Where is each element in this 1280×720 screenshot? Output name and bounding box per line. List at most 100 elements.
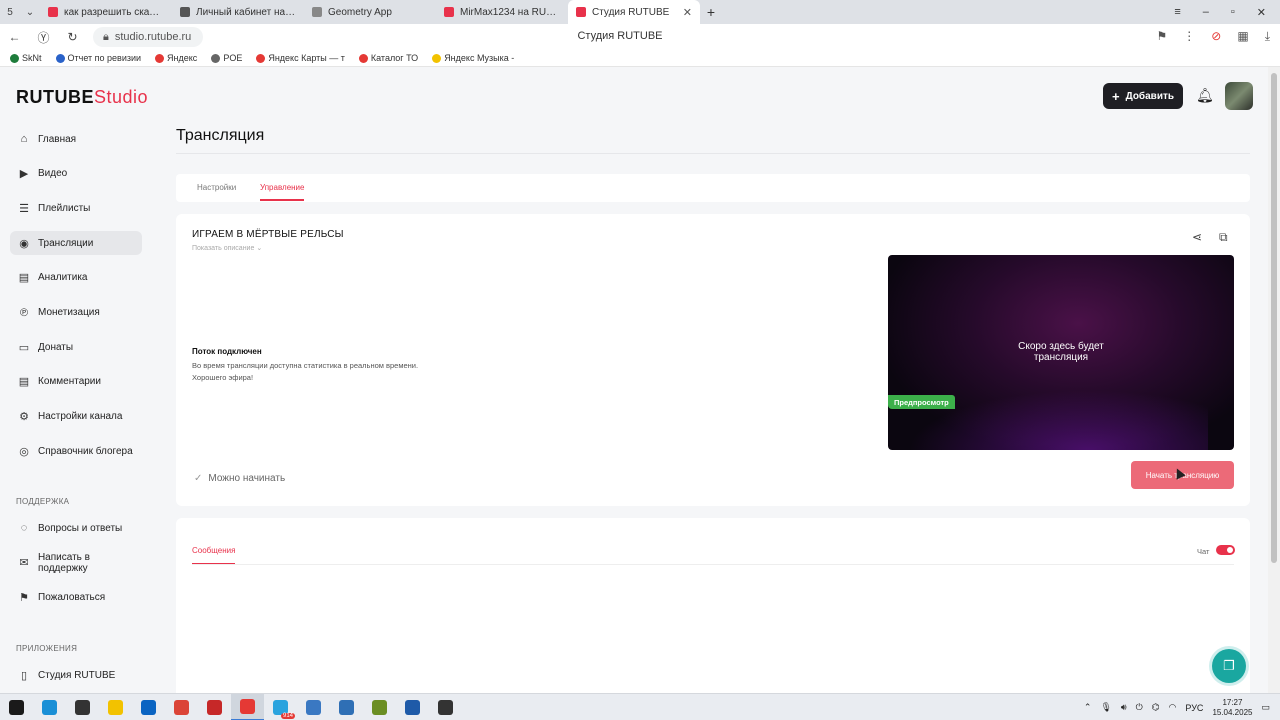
tab-messages[interactable]: Сообщения [192, 546, 236, 564]
taskbar-app-task-view[interactable] [66, 694, 99, 720]
taskbar-app-telegram[interactable]: 914 [264, 694, 297, 720]
browser-tab[interactable]: Личный кабинет на сайте [172, 0, 304, 24]
chat-toggle[interactable] [1216, 545, 1235, 555]
sidebar-item[interactable]: ⚙ Настройки канала [10, 405, 142, 429]
url-field[interactable]: 🔒︎ studio.rutube.ru [93, 27, 203, 47]
browser-tab[interactable]: MirMax1234 на RUTUBE: [436, 0, 568, 24]
power-icon[interactable]: ⏻ [1136, 702, 1143, 713]
sidebar-item[interactable]: ▤ Комментарии [10, 370, 142, 394]
bell-icon[interactable]: 🔔︎ [1196, 87, 1214, 105]
tab-list-chevron-icon[interactable]: ⌄ [20, 0, 40, 24]
sidebar-item[interactable]: ◎ Справочник блогера [10, 439, 142, 463]
taskbar-app-yandex[interactable] [231, 693, 264, 720]
browser-tab[interactable]: Geometry App [304, 0, 436, 24]
sidebar-item-label: Видео [38, 168, 68, 180]
taskbar-app-app-red[interactable] [198, 694, 231, 720]
sidebar-item[interactable]: ⌂ Главная [10, 127, 142, 151]
taskbar-app-outlook[interactable] [132, 694, 165, 720]
taskbar-app-app-green[interactable] [363, 694, 396, 720]
browser-tab[interactable]: как разрешить скачиват [40, 0, 172, 24]
bookmark-item[interactable]: Яндекс Карты — т [256, 53, 345, 63]
scrollbar-thumb[interactable] [1271, 73, 1277, 563]
block-icon[interactable]: ⊘ [1211, 29, 1221, 44]
support-chat-button[interactable]: ❐ [1212, 649, 1246, 683]
page-scrollbar[interactable] [1268, 67, 1280, 693]
preview-placeholder-text: Скоро здесь будет трансляция [888, 341, 1234, 363]
share-icon[interactable]: ⋖ [1192, 230, 1206, 244]
tab-counter[interactable]: 5 [0, 0, 20, 24]
bookmark-item[interactable]: POE [211, 53, 242, 63]
bookmark-item[interactable]: Яндекс Музыка - [432, 53, 514, 63]
taskbar-app-app-blue[interactable] [396, 694, 429, 720]
address-bar-actions: ⚑ ⋮ ⊘ ▦ ⤓ [1157, 29, 1270, 44]
notifications-icon[interactable]: ▭ [1261, 702, 1270, 713]
taskbar-app-app-dark[interactable] [429, 694, 462, 720]
bookmark-favicon-icon [211, 53, 221, 63]
chat-bubble-icon: ❐ [1223, 658, 1235, 673]
rutube-studio-logo[interactable]: RUTUBEStudio [16, 87, 148, 108]
bookmark-item[interactable]: SkNt [10, 53, 42, 63]
chat-toggle-label: Чат [1197, 547, 1210, 556]
close-window-icon[interactable]: ✕ [1257, 6, 1266, 19]
support-section-title: ПОДДЕРЖКА [16, 497, 70, 506]
sidebar-item[interactable]: ▶ Видео [10, 162, 142, 186]
page-title: Трансляция [176, 127, 265, 144]
clock[interactable]: 17:27 15.04.2025 [1212, 698, 1252, 718]
sidebar-item[interactable]: ◌ Вопросы и ответы [10, 516, 142, 540]
edge-icon [42, 699, 57, 715]
language-indicator[interactable]: РУС [1185, 703, 1203, 713]
chrome-icon [174, 699, 189, 715]
broadcast-icon: ◉ [19, 237, 29, 250]
bookmark-item[interactable]: Каталог ТО [358, 53, 418, 63]
add-button[interactable]: + Добавить [1103, 83, 1183, 109]
wifi-icon[interactable]: ◠ [1169, 702, 1177, 713]
show-description-link[interactable]: Показать описание ⌄ [192, 244, 262, 252]
back-arrow-icon[interactable]: ← [0, 30, 29, 44]
external-link-icon[interactable]: ⧉ [1219, 230, 1233, 244]
bookmark-item[interactable]: Яндекс [155, 53, 197, 63]
tab-management[interactable]: Управление [260, 183, 305, 201]
preview-badge: Предпросмотр [888, 395, 955, 409]
volume-icon[interactable]: 🔊︎ [1121, 702, 1127, 713]
taskbar-app-edge[interactable] [33, 694, 66, 720]
taskbar-app-remote[interactable] [297, 694, 330, 720]
browser-tab-title: Geometry App [328, 6, 392, 18]
stream-preview[interactable]: Скоро здесь будет трансляция [888, 255, 1234, 450]
taskbar-app-calculator[interactable] [330, 694, 363, 720]
close-tab-icon[interactable]: ✕ [683, 6, 692, 19]
menu-lines-icon[interactable]: ≡ [1174, 6, 1180, 19]
sidebar-item[interactable]: ◉ Трансляции [10, 231, 142, 256]
bookmark-label: Яндекс Музыка - [444, 53, 515, 63]
lock-icon: 🔒︎ [103, 30, 109, 43]
tab-settings[interactable]: Настройки [197, 183, 236, 192]
reload-icon[interactable]: ↻ [58, 30, 87, 44]
studio-page: RUTUBEStudio + Добавить 🔔︎ ⌂ Главная ▶ Виде… [0, 67, 1268, 698]
microphone-icon[interactable]: 🎙︎ [1100, 702, 1111, 713]
sidebar-item[interactable]: ⚑ Пожаловаться [10, 585, 142, 609]
sidebar-item[interactable]: ✉ Написать в поддержку [10, 551, 142, 575]
network-icon[interactable]: ⌬ [1152, 702, 1160, 713]
taskbar-app-chrome[interactable] [165, 694, 198, 720]
avatar[interactable] [1225, 82, 1253, 110]
sidebar-item[interactable]: ▭ Донаты [10, 335, 142, 359]
browser-tab-title: как разрешить скачиват [64, 6, 164, 18]
bookmark-favicon-icon [10, 53, 19, 63]
minimize-icon[interactable]: – [1203, 6, 1209, 19]
browser-tab[interactable]: Студия RUTUBE ✕ [568, 0, 700, 24]
new-tab-plus-icon[interactable]: + [700, 0, 722, 24]
bookmark-item[interactable]: Отчет по ревизии [55, 53, 141, 63]
sidebar-item-label: Написать в поддержку [37, 551, 90, 574]
bookmark-icon[interactable]: ⚑ [1157, 29, 1168, 44]
sidebar-item[interactable]: ▤ Аналитика [10, 266, 142, 290]
sidebar-item[interactable]: ☰ Плейлисты [10, 196, 142, 220]
taskbar-app-start[interactable] [0, 694, 33, 720]
sidebar-item[interactable]: ℗ Монетизация [10, 301, 142, 325]
more-icon[interactable]: ⋮ [1183, 29, 1195, 44]
sidebar-item[interactable]: ▯ Студия RUTUBE [10, 663, 142, 687]
download-icon[interactable]: ⤓ [1265, 29, 1270, 44]
tray-chevron-up-icon[interactable]: ⌃ [1084, 702, 1092, 713]
maximize-icon[interactable]: ▫ [1231, 6, 1235, 19]
yandex-home-icon[interactable]: Ⓨ [29, 29, 58, 46]
taskbar-app-explorer[interactable] [99, 694, 132, 720]
extensions-icon[interactable]: ▦ [1237, 29, 1248, 44]
